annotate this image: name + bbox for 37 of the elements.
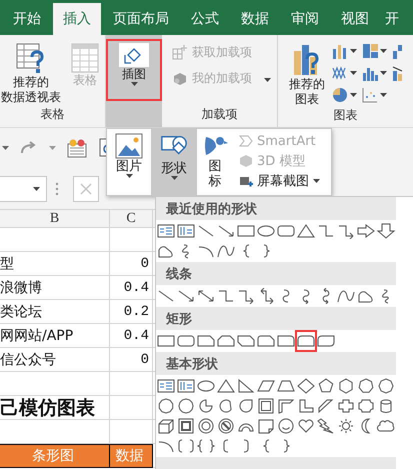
group-label: 表格	[40, 106, 64, 123]
table-cell: 型	[0, 254, 14, 272]
illustrations-button[interactable]: 插图	[106, 39, 162, 101]
ribbon-tab[interactable]: 开始	[3, 3, 51, 35]
section-header: 矩形	[156, 307, 396, 330]
group-label: 图表	[334, 107, 358, 124]
column-header[interactable]: C	[110, 210, 153, 228]
ribbon-tab[interactable]: 开	[381, 3, 403, 35]
table-cell: 网网站/APP	[0, 326, 74, 344]
menu-item[interactable]: 屏幕截图	[239, 171, 320, 191]
ribbon-tab[interactable]: 插入	[53, 3, 101, 35]
recommended-charts-button[interactable]: 推荐的 图表	[284, 39, 330, 107]
section-header: 基本形状	[156, 352, 396, 375]
ribbon-tab[interactable]: 公式	[181, 3, 229, 35]
table-cell: 类论坛	[0, 302, 42, 320]
menu-item[interactable]: 图标	[197, 129, 233, 195]
ribbon-tab[interactable]: 视图	[331, 3, 379, 35]
menu-item[interactable]: 形状	[151, 129, 197, 195]
table-cell: 0.4	[124, 328, 149, 344]
section-header: 线条	[156, 262, 396, 285]
menu-item[interactable]: 图片	[107, 129, 151, 195]
recommended-pivot-table-button[interactable]: 推荐的 数据透视表	[0, 39, 62, 105]
table-cell: 信公众号	[0, 350, 56, 368]
table-cell: 0	[140, 352, 149, 368]
table-cell: 0.4	[124, 280, 149, 296]
section-header: 最近使用的形状	[156, 197, 396, 220]
table-cell-text: 己模仿图表	[0, 396, 95, 420]
table-cell: 0.2	[124, 304, 149, 320]
group-label: 加载项	[202, 106, 238, 123]
column-header[interactable]: B	[0, 210, 110, 228]
header-cell: 数据	[110, 444, 153, 468]
ribbon-tab[interactable]: 页面布局	[103, 3, 179, 35]
table-cell: 0	[140, 256, 149, 272]
ribbon-tab[interactable]: 审阅	[281, 3, 329, 35]
ribbon-tab[interactable]: 数据	[231, 3, 279, 35]
table-cell: 浪微博	[0, 278, 42, 296]
header-cell: 条形图	[0, 444, 110, 468]
